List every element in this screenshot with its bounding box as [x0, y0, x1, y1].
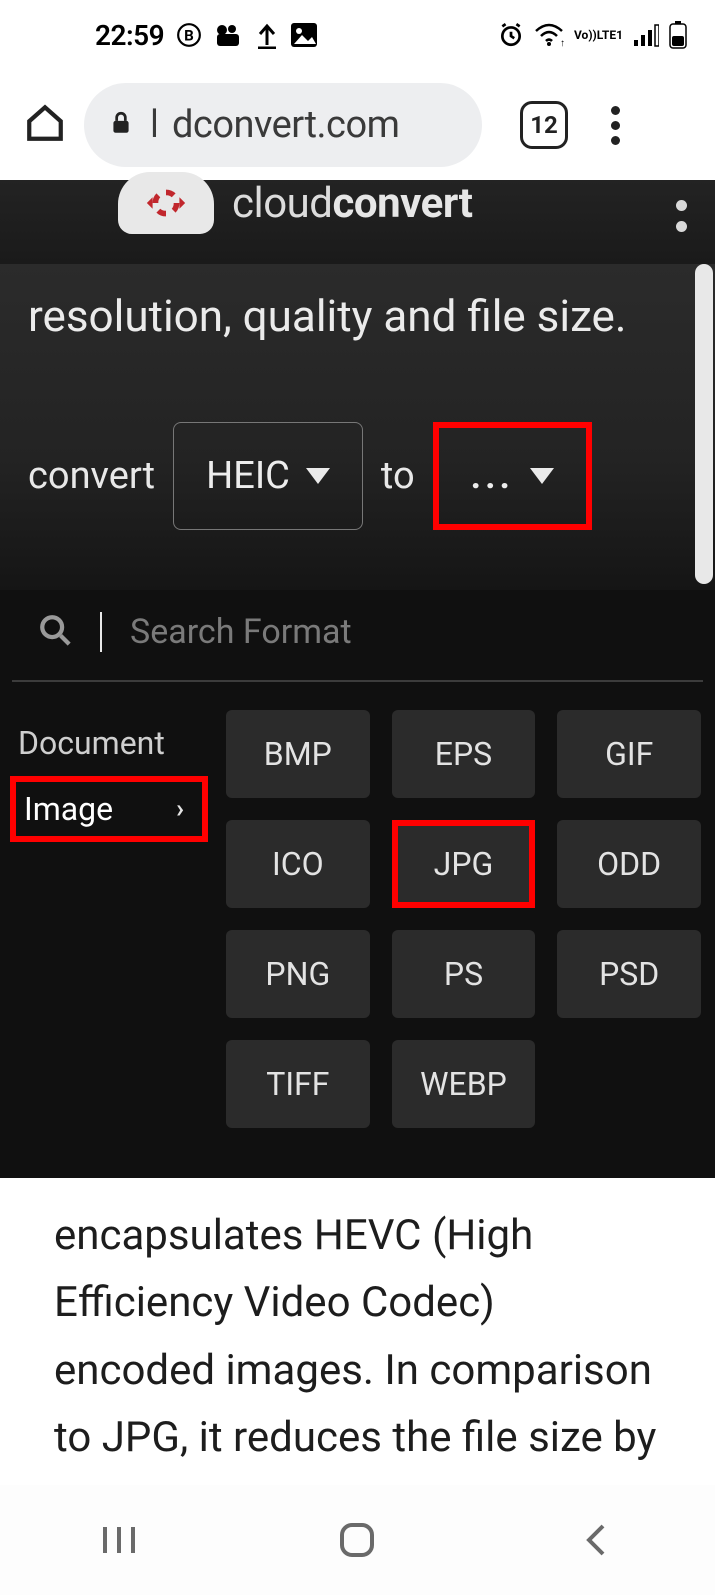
format-option-ps[interactable]: PS: [392, 930, 536, 1018]
android-nav-bar: [0, 1485, 715, 1595]
wifi-icon: ↑: [534, 23, 564, 47]
category-label: Image: [24, 790, 113, 828]
address-bar[interactable]: l dconvert.com: [84, 83, 482, 167]
bixby-icon: B: [176, 22, 202, 48]
category-item-image[interactable]: Image ›: [10, 776, 208, 842]
url-text: dconvert.com: [172, 103, 399, 147]
brand-bold: convert: [333, 179, 473, 228]
convert-label: convert: [28, 454, 155, 498]
format-option-png[interactable]: PNG: [226, 930, 370, 1018]
tab-count-value: 12: [530, 111, 558, 139]
net-label: LTE1: [597, 29, 623, 41]
category-item-document[interactable]: Document: [10, 710, 208, 776]
format-option-ico[interactable]: ICO: [226, 820, 370, 908]
status-time: 22:59: [95, 19, 164, 52]
tab-count-button[interactable]: 12: [520, 101, 568, 149]
to-label: to: [381, 454, 415, 498]
format-grid: BMPEPSGIF ICOJPGODD PNGPSPSD TIFFWEBP: [226, 710, 701, 1128]
alarm-icon: [498, 22, 524, 48]
home-icon[interactable]: [24, 102, 66, 148]
format-option-bmp[interactable]: BMP: [226, 710, 370, 798]
brand-text: cloudconvert: [232, 179, 472, 228]
browser-menu-icon[interactable]: [600, 106, 630, 145]
description-card: encapsulates HEVC (High Efficiency Video…: [24, 1188, 691, 1478]
format-search-row: [12, 612, 703, 682]
format-search-input[interactable]: [130, 612, 677, 652]
to-format-dropdown[interactable]: ...: [433, 422, 592, 530]
home-button[interactable]: [333, 1516, 381, 1564]
text-cursor: [100, 612, 102, 652]
convert-row: convert HEIC to ...: [28, 422, 687, 530]
lock-icon: [108, 110, 134, 140]
format-dropdown-panel: Document Image › BMPEPSGIF ICOJPGODD PNGPSPS…: [0, 590, 715, 1178]
format-option-psd[interactable]: PSD: [557, 930, 701, 1018]
chevron-down-icon: [530, 468, 554, 484]
volte-indicator: Vo)) LTE1: [574, 29, 623, 41]
format-option-webp[interactable]: WEBP: [392, 1040, 536, 1128]
site-logo[interactable]: cloudconvert: [118, 172, 472, 234]
android-status-bar: 22:59 B ↑ Vo)) LTE1: [0, 0, 715, 70]
brand-light: cloud: [232, 179, 333, 228]
back-button[interactable]: [572, 1516, 620, 1564]
svg-text:↑: ↑: [560, 38, 564, 47]
teams-icon: [214, 22, 244, 48]
browser-toolbar: l dconvert.com 12: [0, 70, 715, 180]
from-format-dropdown[interactable]: HEIC: [173, 422, 363, 530]
format-option-eps[interactable]: EPS: [392, 710, 536, 798]
format-option-jpg[interactable]: JPG: [392, 820, 536, 908]
format-option-odd[interactable]: ODD: [557, 820, 701, 908]
svg-text:B: B: [184, 26, 194, 44]
format-option-tiff[interactable]: TIFF: [226, 1040, 370, 1128]
search-icon: [38, 613, 72, 651]
battery-icon: [669, 21, 687, 49]
format-option-gif[interactable]: GIF: [557, 710, 701, 798]
category-label: Document: [18, 724, 165, 762]
upload-arrow-icon: [256, 21, 278, 49]
chevron-down-icon: [306, 468, 330, 484]
description-text: encapsulates HEVC (High Efficiency Video…: [54, 1211, 656, 1462]
volte-line1: Vo)): [574, 29, 597, 41]
hero-panel: resolution, quality and file size. conve…: [0, 264, 715, 590]
recent-apps-button[interactable]: [95, 1516, 143, 1564]
url-prefix-char: l: [150, 103, 156, 147]
page-scrollbar[interactable]: [695, 264, 713, 584]
from-format-value: HEIC: [206, 454, 290, 498]
to-format-value: ...: [471, 455, 514, 497]
signal-icon: [633, 23, 659, 47]
site-menu-icon[interactable]: [676, 200, 687, 232]
cloud-logo-icon: [118, 172, 214, 234]
below-content-area: encapsulates HEVC (High Efficiency Video…: [0, 1178, 715, 1488]
picture-icon: [290, 22, 318, 48]
chevron-right-icon: ›: [176, 794, 184, 824]
hero-description: resolution, quality and file size.: [28, 282, 687, 350]
category-column: Document Image ›: [10, 710, 208, 1128]
site-header: cloudconvert: [0, 180, 715, 264]
